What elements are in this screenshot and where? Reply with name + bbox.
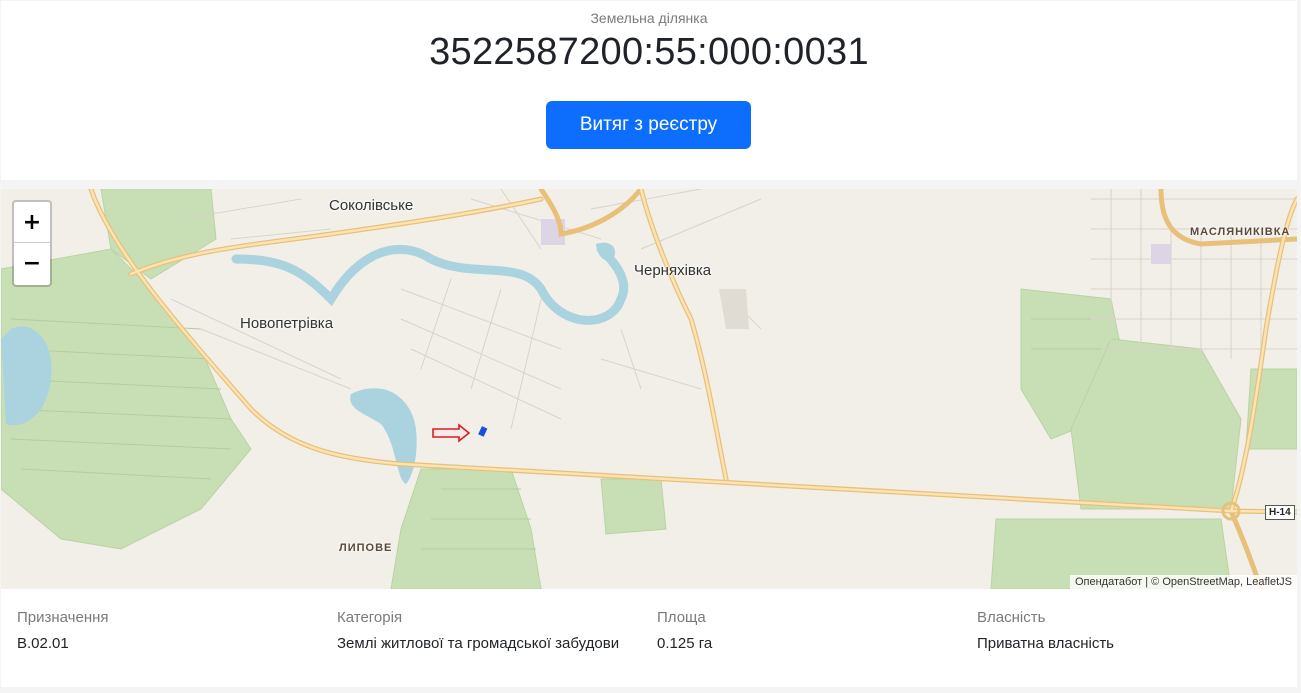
place-label-lypove: ЛИПОВЕ bbox=[339, 542, 393, 554]
road-label: Н-14 bbox=[1265, 505, 1295, 520]
purpose-value: B.02.01 bbox=[17, 635, 69, 652]
parcel-info: Призначення B.02.01 Категорія Землі житл… bbox=[1, 589, 1297, 687]
ownership-value: Приватна власність bbox=[977, 635, 1114, 652]
purpose-label: Призначення bbox=[17, 609, 109, 626]
place-label-novopetrivka: Новопетрівка bbox=[240, 315, 334, 332]
map-view[interactable]: + − Соколівське Черняхівка Новопетрівка … bbox=[1, 189, 1297, 589]
ownership-label: Власність bbox=[977, 609, 1046, 626]
parcel-marker-arrow bbox=[432, 423, 471, 443]
place-label-maslianykivka: МАСЛЯНИКІВКА bbox=[1190, 226, 1291, 238]
cadastral-number: 3522587200:55:000:0031 bbox=[429, 31, 869, 73]
map-tiles bbox=[1, 189, 1297, 589]
registry-extract-button[interactable]: Витяг з реєстру bbox=[546, 101, 751, 149]
parcel-shape[interactable] bbox=[478, 426, 488, 437]
category-label: Категорія bbox=[337, 609, 403, 626]
area-label: Площа bbox=[657, 609, 706, 626]
zoom-control: + − bbox=[12, 200, 52, 287]
attribution-separator: | © bbox=[1142, 576, 1163, 588]
map-attribution: Опендатабот | © OpenStreetMap, LeafletJS bbox=[1069, 575, 1297, 589]
place-label-sokolivske: Соколівське bbox=[329, 197, 414, 214]
place-label-cherniakhivka: Черняхівка bbox=[634, 262, 712, 279]
category-value: Землі житлової та громадської забудови bbox=[337, 635, 620, 652]
category-block: Категорія Землі житлової та громадської … bbox=[337, 609, 619, 652]
area-value: 0.125 га bbox=[657, 635, 713, 652]
opendatabot-link[interactable]: Опендатабот bbox=[1075, 576, 1142, 588]
parcel-subtitle: Земельна ділянка bbox=[590, 10, 708, 26]
area-block: Площа 0.125 га bbox=[657, 609, 712, 652]
zoom-in-button[interactable]: + bbox=[14, 202, 50, 243]
purpose-block: Призначення B.02.01 bbox=[17, 609, 109, 652]
zoom-out-button[interactable]: − bbox=[14, 243, 50, 284]
parcel-header: Земельна ділянка 3522587200:55:000:0031 … bbox=[1, 1, 1297, 180]
ownership-block: Власність Приватна власність bbox=[977, 609, 1114, 652]
leaflet-link[interactable]: LeafletJS bbox=[1246, 576, 1292, 588]
osm-link[interactable]: OpenStreetMap bbox=[1162, 576, 1240, 588]
